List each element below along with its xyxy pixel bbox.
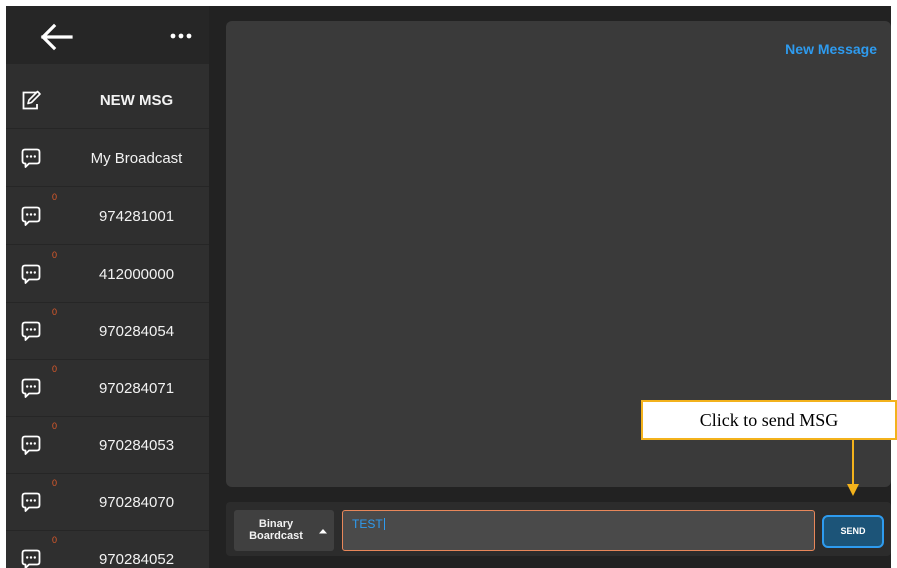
sidebar-item-label: 970284053 bbox=[98, 437, 175, 454]
chat-bubble-icon bbox=[21, 148, 41, 168]
unread-badge: 0 bbox=[52, 192, 58, 202]
unread-badge: 0 bbox=[52, 478, 58, 488]
sidebar-item-contact[interactable]: 0 970284054 bbox=[6, 303, 209, 360]
chat-bubble-icon bbox=[21, 549, 41, 568]
caret-up-icon bbox=[319, 529, 327, 534]
arrow-left-icon bbox=[40, 23, 73, 51]
sidebar-item-contact[interactable]: 0 412000000 bbox=[6, 246, 209, 303]
sidebar: NEW MSG My Broadcast 0 974281001 0 41200… bbox=[6, 6, 209, 568]
unread-badge: 0 bbox=[52, 421, 58, 431]
sidebar-item-contact[interactable]: 0 970284053 bbox=[6, 417, 209, 474]
sidebar-item-label: 974281001 bbox=[98, 208, 175, 225]
callout-arrow-icon bbox=[847, 440, 859, 496]
sidebar-item-contact[interactable]: 0 970284052 bbox=[6, 531, 209, 568]
back-button[interactable] bbox=[38, 22, 74, 52]
unread-badge: 0 bbox=[52, 535, 58, 545]
mode-label-line2: Boardcast bbox=[249, 530, 303, 542]
sidebar-item-contact[interactable]: 0 974281001 bbox=[6, 188, 209, 245]
unread-badge: 0 bbox=[52, 250, 58, 260]
composer-bar: Binary Boardcast TEST SEND bbox=[226, 502, 891, 556]
more-options-button[interactable] bbox=[168, 28, 194, 44]
chat-bubble-icon bbox=[21, 264, 41, 284]
new-message-link[interactable]: New Message bbox=[785, 41, 877, 57]
unread-badge: 0 bbox=[52, 364, 58, 374]
sidebar-item-new-msg[interactable]: NEW MSG bbox=[6, 72, 209, 129]
sidebar-header bbox=[6, 6, 209, 64]
sidebar-item-contact[interactable]: 0 970284071 bbox=[6, 360, 209, 417]
chat-bubble-icon bbox=[21, 206, 41, 226]
text-cursor bbox=[383, 518, 385, 530]
callout-text: Click to send MSG bbox=[699, 410, 839, 430]
chat-bubble-icon bbox=[21, 435, 41, 455]
sidebar-item-label: 970284054 bbox=[98, 323, 175, 340]
messaging-app: NEW MSG My Broadcast 0 974281001 0 41200… bbox=[6, 6, 891, 568]
sidebar-item-label: 970284071 bbox=[98, 380, 175, 397]
sidebar-item-label: NEW MSG bbox=[99, 92, 174, 109]
chat-bubble-icon bbox=[21, 378, 41, 398]
sidebar-item-my-broadcast[interactable]: My Broadcast bbox=[6, 130, 209, 187]
broadcast-mode-select[interactable]: Binary Boardcast bbox=[234, 510, 334, 551]
more-horizontal-icon bbox=[170, 33, 192, 39]
message-input-value: TEST bbox=[352, 517, 383, 531]
compose-icon bbox=[22, 90, 41, 110]
sidebar-item-label: 970284070 bbox=[98, 494, 175, 511]
send-callout: Click to send MSG bbox=[641, 400, 897, 440]
message-input[interactable]: TEST bbox=[342, 510, 815, 551]
chat-bubble-icon bbox=[21, 321, 41, 341]
send-button[interactable]: SEND bbox=[822, 515, 884, 548]
sidebar-item-contact[interactable]: 0 970284070 bbox=[6, 474, 209, 531]
sidebar-item-label: My Broadcast bbox=[90, 150, 183, 167]
unread-badge: 0 bbox=[52, 307, 58, 317]
sidebar-item-label: 970284052 bbox=[98, 551, 175, 568]
mode-label-line1: Binary bbox=[258, 518, 294, 530]
sidebar-item-label: 412000000 bbox=[98, 266, 175, 283]
mode-select-label: Binary Boardcast bbox=[246, 518, 306, 542]
chat-bubble-icon bbox=[21, 492, 41, 512]
